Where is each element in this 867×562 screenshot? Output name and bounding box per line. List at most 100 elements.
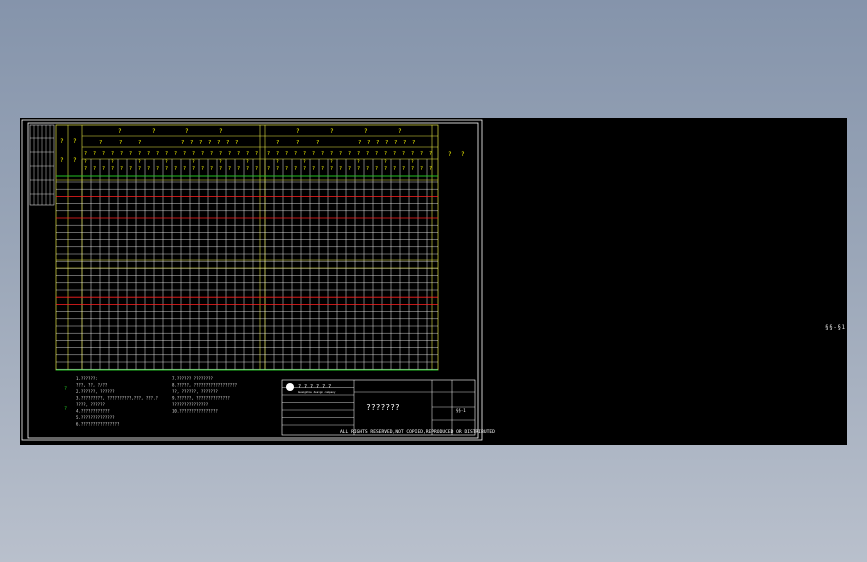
column-header-label: ?: [192, 166, 195, 172]
column-header-label: ?: [120, 151, 123, 157]
column-header-label: ?: [246, 166, 249, 172]
column-header-label: ?: [183, 151, 186, 157]
header-label: ?: [226, 140, 229, 146]
header-label: ?: [217, 140, 220, 146]
column-header-label: ?: [219, 166, 222, 172]
column-header-label: ?: [219, 151, 222, 157]
column-header-label: ?: [192, 151, 195, 157]
header-label: ?: [461, 151, 465, 158]
note-text: 9.??????, ??????????????: [172, 396, 230, 401]
column-header-label: ?: [312, 166, 315, 172]
column-header-label: ?: [339, 151, 342, 157]
column-header-label: ?: [84, 151, 87, 157]
company-logo: [286, 383, 294, 391]
column-header-label: ?: [210, 151, 213, 157]
column-header-label: ?: [303, 151, 306, 157]
column-header-label: ?: [294, 166, 297, 172]
column-header-label: ?: [384, 159, 387, 165]
header-label: ?: [296, 128, 300, 135]
note-text: 4.????????????: [76, 409, 110, 414]
column-header-label: ?: [111, 151, 114, 157]
rights-notice: ALL RIGHTS RESERVED,NOT COPIED,REPRODUCE…: [340, 429, 495, 435]
column-header-label: ?: [366, 151, 369, 157]
note-text: 6.????????????????: [76, 422, 120, 427]
column-header-label: ?: [429, 166, 432, 172]
column-header-label: ?: [411, 151, 414, 157]
note-text: 10.????????????????: [172, 409, 218, 414]
drawing-number: §§-1: [456, 408, 466, 413]
column-header-label: ?: [246, 151, 249, 157]
column-header-label: ?: [375, 166, 378, 172]
note-text: ???????????????: [172, 402, 209, 407]
column-header-label: ?: [156, 166, 159, 172]
header-label: ?: [73, 138, 77, 145]
header-label: ?: [276, 140, 279, 146]
header-label: ?: [448, 151, 452, 158]
column-header-label: ?: [276, 151, 279, 157]
column-header-label: ?: [267, 151, 270, 157]
column-header-label: ?: [285, 151, 288, 157]
note-text: 8.?????, ??????????????????: [172, 383, 238, 388]
header-label: ?: [385, 140, 388, 146]
header-label: ?: [398, 128, 402, 135]
column-header-label: ?: [357, 166, 360, 172]
header-label: ?: [376, 140, 379, 146]
column-header-label: ?: [174, 151, 177, 157]
drawing-sheet: ????????????????????????????????????????…: [21, 119, 495, 441]
column-header-label: ?: [147, 151, 150, 157]
header-label: ?: [367, 140, 370, 146]
note-text: ???, ??, ?/??: [76, 383, 108, 388]
note-marker: ?: [64, 406, 67, 412]
note-text: 2.??????, ??????: [76, 389, 115, 394]
column-header-label: ?: [375, 151, 378, 157]
header-label: ?: [235, 140, 238, 146]
header-label: ?: [185, 128, 189, 135]
column-header-label: ?: [156, 151, 159, 157]
column-header-label: ?: [348, 166, 351, 172]
header-label: ?: [73, 157, 77, 164]
header-label: ?: [152, 128, 156, 135]
note-text: 1.??????:: [76, 376, 98, 381]
header-label: ?: [138, 140, 141, 146]
header-label: ?: [358, 140, 361, 146]
column-header-label: ?: [357, 151, 360, 157]
column-header-label: ?: [219, 159, 222, 165]
column-header-label: ?: [201, 166, 204, 172]
column-header-label: ?: [330, 151, 333, 157]
column-header-label: ?: [201, 151, 204, 157]
header-label: ?: [199, 140, 202, 146]
column-header-label: ?: [276, 166, 279, 172]
header-label: ?: [394, 140, 397, 146]
column-header-label: ?: [93, 151, 96, 157]
column-header-label: ?: [237, 151, 240, 157]
note-text: 7.?????? ????????: [172, 376, 214, 381]
column-header-label: ?: [210, 166, 213, 172]
cad-canvas[interactable]: ????????????????????????????????????????…: [20, 118, 847, 445]
column-header-label: ?: [183, 166, 186, 172]
note-text: ????, ??????: [76, 402, 105, 407]
column-header-label: ?: [255, 151, 258, 157]
column-header-label: ?: [147, 166, 150, 172]
column-header-label: ?: [348, 151, 351, 157]
note-marker: ?: [64, 386, 67, 392]
column-header-label: ?: [246, 159, 249, 165]
column-header-label: ?: [84, 159, 87, 165]
header-label: ?: [219, 128, 223, 135]
column-header-label: ?: [228, 166, 231, 172]
column-header-label: ?: [129, 166, 132, 172]
column-header-label: ?: [138, 166, 141, 172]
column-header-label: ?: [129, 151, 132, 157]
column-header-label: ?: [93, 166, 96, 172]
column-header-label: ?: [192, 159, 195, 165]
header-label: ?: [364, 128, 368, 135]
column-header-label: ?: [312, 151, 315, 157]
column-header-label: ?: [321, 166, 324, 172]
column-header-label: ?: [294, 151, 297, 157]
header-label: ?: [99, 140, 102, 146]
drawing-title: ???????: [366, 403, 400, 412]
company-name: ? ? ? ? ? ?: [298, 384, 331, 390]
header-label: ?: [60, 138, 64, 145]
column-header-label: ?: [402, 166, 405, 172]
column-header-label: ?: [321, 151, 324, 157]
column-header-label: ?: [384, 151, 387, 157]
